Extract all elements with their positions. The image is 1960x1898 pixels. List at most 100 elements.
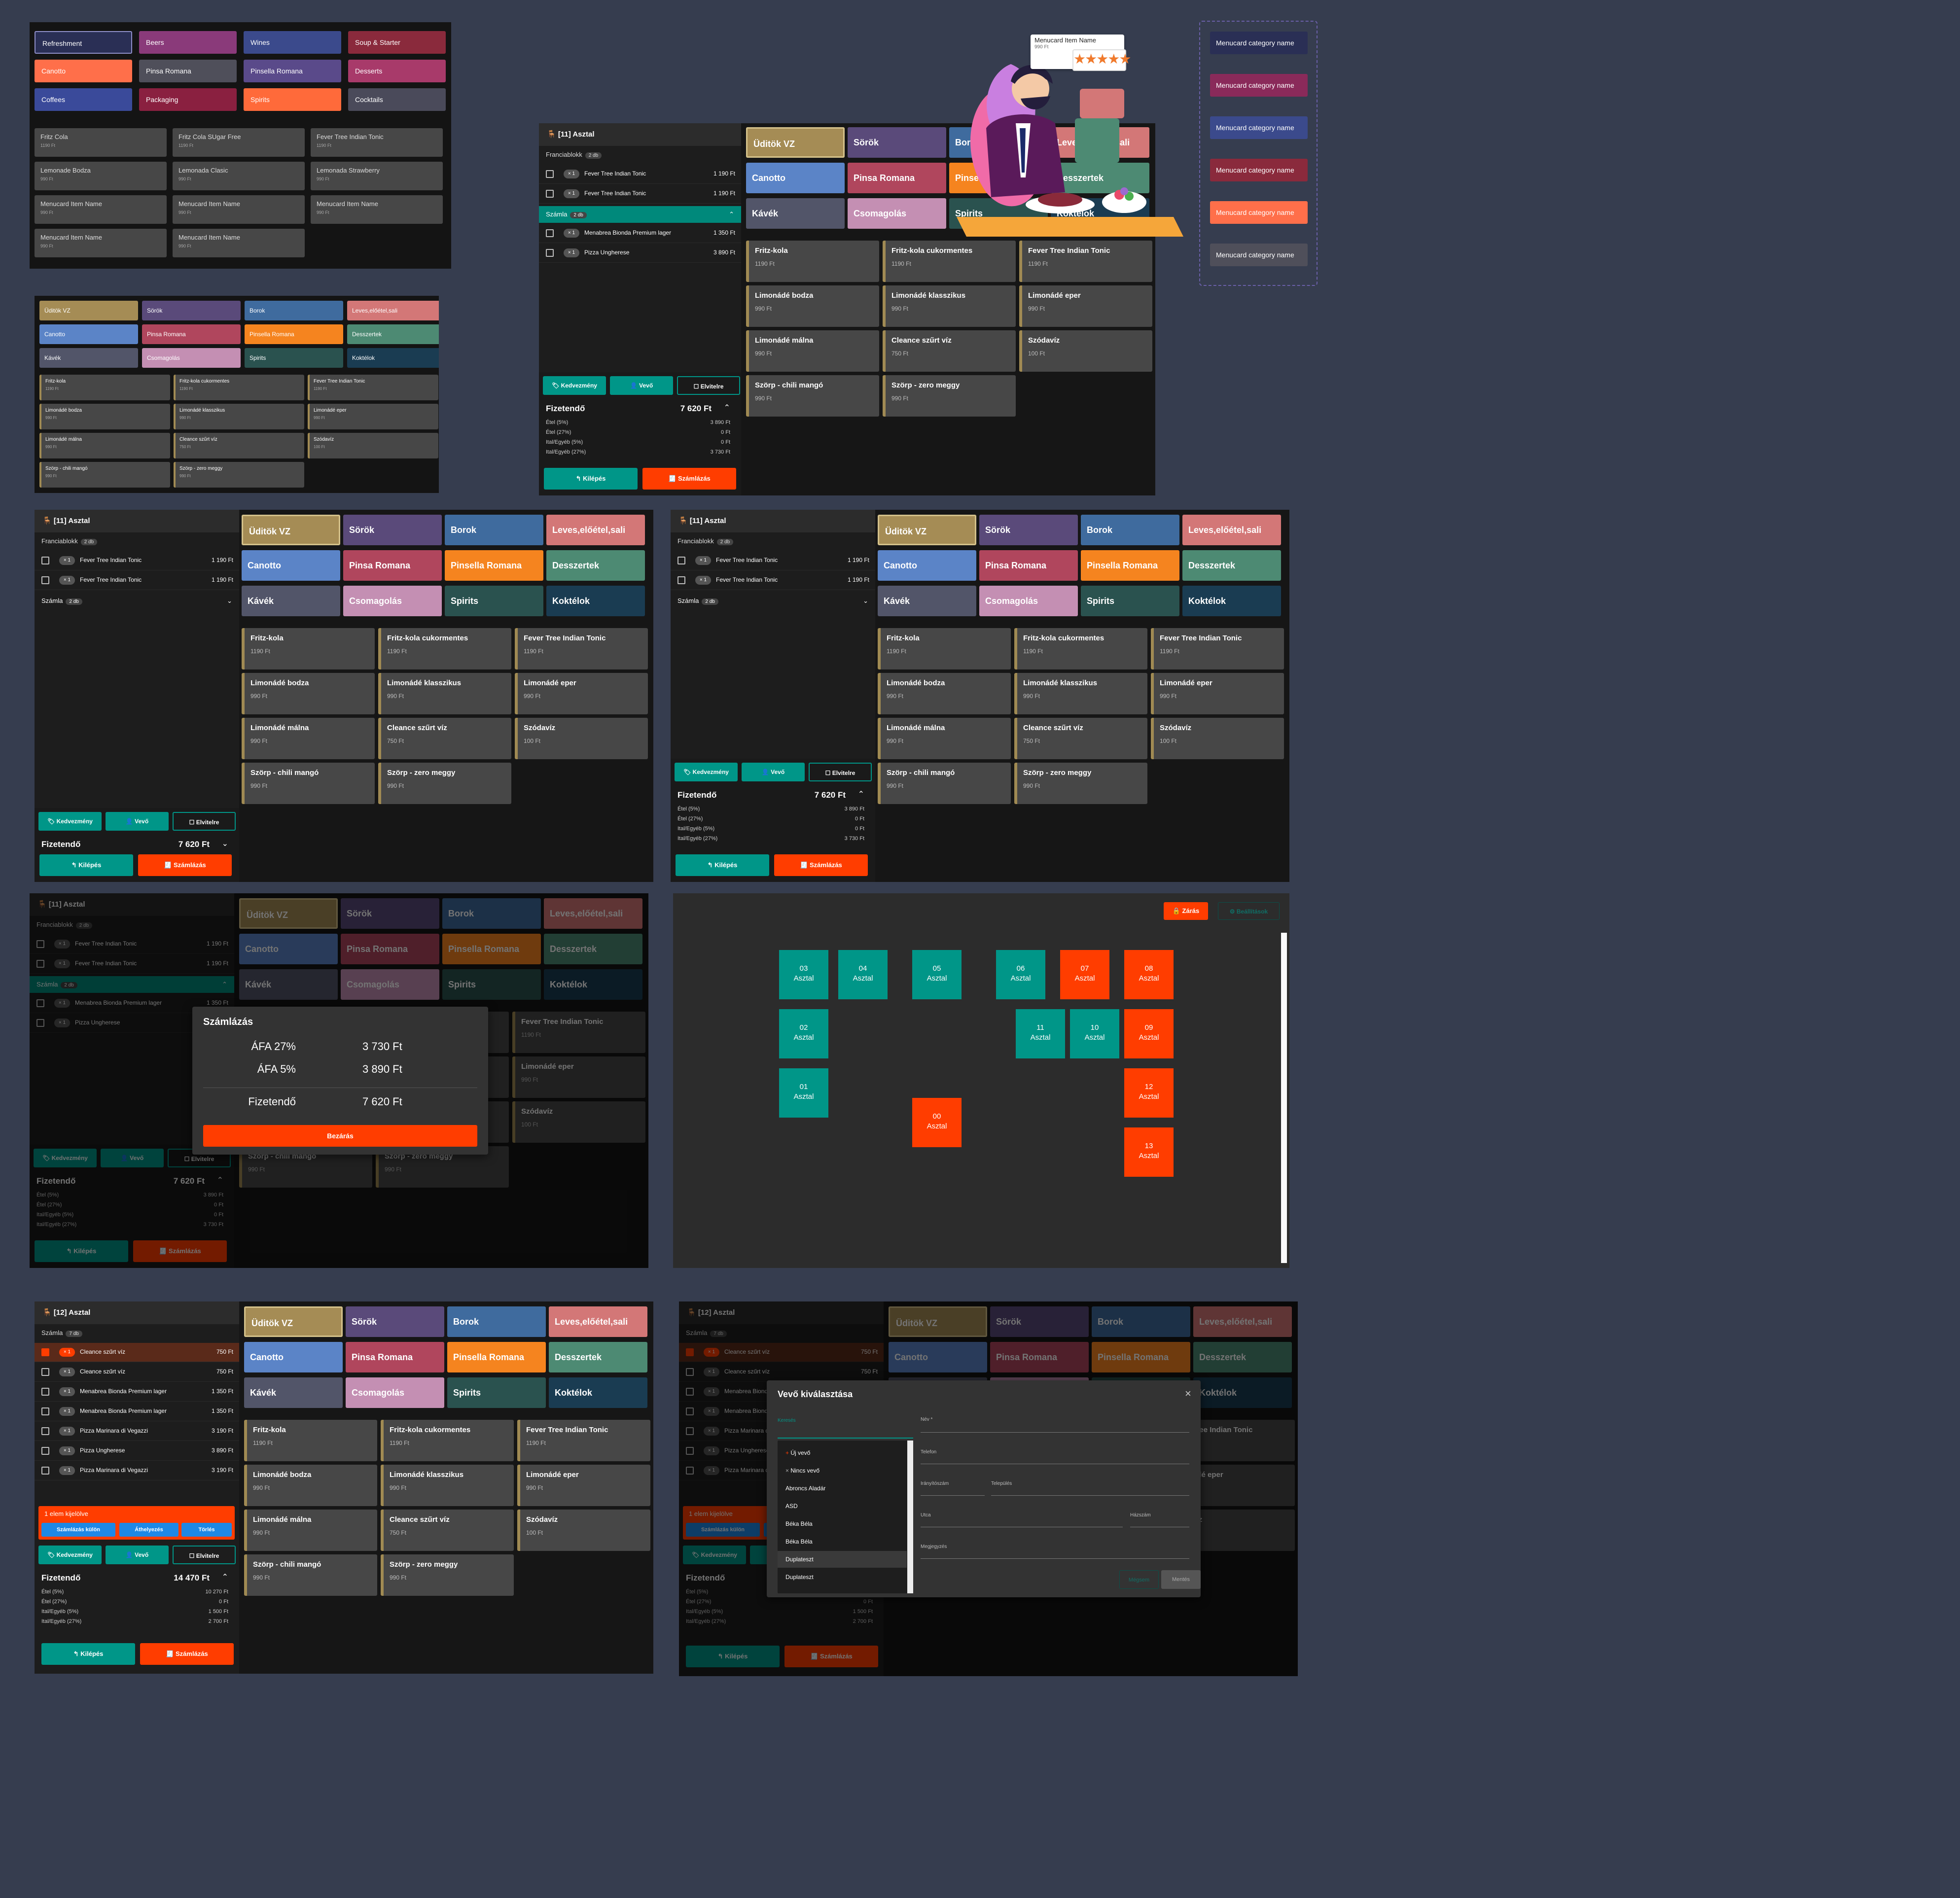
category-button[interactable]: Kávék	[244, 1377, 343, 1408]
chevron-up-icon[interactable]: ⌃	[724, 403, 730, 413]
order-line[interactable]: × 1 Fever Tree Indian Tonic 1 190 Ft	[671, 551, 875, 570]
category-button[interactable]: Menucard category name	[1210, 116, 1308, 139]
dropdown-scrollbar[interactable]	[907, 1441, 913, 1593]
menu-item[interactable]: Limonádé málna 990 Ft	[39, 433, 170, 458]
menu-item[interactable]: Menucard Item Name 990 Ft	[311, 195, 443, 224]
menu-item[interactable]: Menucard Item Name 990 Ft	[35, 195, 167, 224]
category-button[interactable]: Wines	[244, 31, 341, 54]
group-franciablokk[interactable]: Franciablokk2 db	[677, 537, 734, 545]
menu-item[interactable]: Limonádé klasszikus 990 Ft	[174, 404, 304, 429]
customer-button[interactable]: 👤 Vevő	[610, 376, 673, 395]
category-button[interactable]: Leves,előétel,sali	[546, 515, 645, 545]
category-button[interactable]: Coffees	[35, 88, 132, 111]
category-button[interactable]: Sörök	[979, 515, 1078, 545]
line-checkbox[interactable]	[677, 576, 685, 584]
menu-item[interactable]: Szörp - chili mangó 990 Ft	[746, 375, 879, 417]
chevron-up-icon[interactable]: ⌃	[858, 789, 864, 799]
customer-option[interactable]: Abroncs Aladár	[778, 1480, 907, 1497]
category-button[interactable]: Desszertek	[347, 324, 439, 344]
menu-item[interactable]: Limonádé málna 990 Ft	[242, 718, 375, 759]
lock-button[interactable]: 🔒 Zárás	[1164, 902, 1208, 920]
category-button[interactable]: Spirits	[447, 1377, 546, 1408]
scrollbar[interactable]	[1281, 933, 1287, 1263]
category-button[interactable]: Üditök VZ	[39, 301, 138, 320]
menu-item[interactable]: Fritz-kola cukormentes 1190 Ft	[378, 628, 511, 669]
save-button[interactable]: Mentés	[1161, 1570, 1201, 1589]
chevron-down-icon[interactable]: ⌄	[863, 593, 868, 609]
note-field[interactable]	[921, 1558, 1189, 1559]
table-tile[interactable]: 03 Asztal	[779, 950, 828, 999]
city-field[interactable]	[991, 1495, 1189, 1496]
menu-item[interactable]: Fever Tree Indian Tonic 1190 Ft	[1151, 628, 1284, 669]
menu-item[interactable]: Cleance szűrt víz 750 Ft	[378, 718, 511, 759]
menu-item[interactable]: Fever Tree Indian Tonic 1190 Ft	[311, 128, 443, 157]
menu-item[interactable]: Szódavíz 100 Ft	[1019, 330, 1152, 372]
customer-option[interactable]: × Nincs vevő	[778, 1462, 907, 1479]
exit-button[interactable]: ↰ Kilépés	[41, 1643, 135, 1665]
category-button[interactable]: Canotto	[39, 324, 138, 344]
menu-item[interactable]: Cleance szűrt víz 750 Ft	[174, 433, 304, 458]
order-line[interactable]: × 1 Fever Tree Indian Tonic 1 190 Ft	[35, 571, 239, 590]
menu-item[interactable]: Fritz-kola cukormentes 1190 Ft	[1014, 628, 1147, 669]
category-button[interactable]: Pinsella Romana	[244, 60, 341, 82]
exit-button[interactable]: ↰ Kilépés	[39, 854, 133, 876]
category-button[interactable]: Beers	[139, 31, 237, 54]
menu-item[interactable]: Limonádé klasszikus 990 Ft	[883, 285, 1016, 327]
menu-item[interactable]: Limonádé málna 990 Ft	[746, 330, 879, 372]
order-line[interactable]: × 1 Fever Tree Indian Tonic 1 190 Ft	[539, 165, 741, 184]
line-checkbox[interactable]	[677, 557, 685, 564]
category-button[interactable]: Üditök VZ	[244, 1306, 343, 1337]
customer-option[interactable]: Duplateszt	[778, 1569, 907, 1585]
menu-item[interactable]: Limonádé eper 990 Ft	[517, 1465, 650, 1506]
category-button[interactable]: Canotto	[242, 550, 340, 581]
category-button[interactable]: Canotto	[746, 163, 845, 193]
category-button[interactable]: Borok	[245, 301, 343, 320]
order-line[interactable]: × 1 Fever Tree Indian Tonic 1 190 Ft	[539, 184, 741, 204]
category-button[interactable]: Desszertek	[549, 1342, 647, 1372]
menu-item[interactable]: Limonádé eper 990 Ft	[515, 673, 648, 714]
menu-item[interactable]: Menucard Item Name 990 Ft	[173, 195, 305, 224]
category-button[interactable]: Pinsa Romana	[139, 60, 237, 82]
menu-item[interactable]: Fever Tree Indian Tonic 1190 Ft	[517, 1420, 650, 1461]
menu-item[interactable]: Fritz-kola 1190 Ft	[746, 241, 879, 282]
close-button[interactable]: Bezárás	[203, 1125, 477, 1147]
category-button[interactable]: Pinsa Romana	[142, 324, 241, 344]
category-button[interactable]: Pinsella Romana	[447, 1342, 546, 1372]
table-tile[interactable]: 01 Asztal	[779, 1068, 828, 1118]
category-button[interactable]: Koktélok	[1182, 586, 1281, 616]
line-checkbox[interactable]	[41, 1388, 49, 1396]
menu-item[interactable]: Limonádé eper 990 Ft	[308, 404, 438, 429]
menu-item[interactable]: Fritz-kola cukormentes 1190 Ft	[883, 241, 1016, 282]
table-tile[interactable]: 10 Asztal	[1070, 1009, 1119, 1058]
customer-button[interactable]: 👤 Vevő	[742, 763, 805, 781]
menu-item[interactable]: Fritz-kola 1190 Ft	[244, 1420, 377, 1461]
category-button[interactable]: Csomagolás	[142, 348, 241, 368]
category-button[interactable]: Menucard category name	[1210, 32, 1308, 54]
category-button[interactable]: Kávék	[39, 348, 138, 368]
exit-button[interactable]: ↰ Kilépés	[544, 468, 638, 490]
category-button[interactable]: Kávék	[242, 586, 340, 616]
order-line[interactable]: × 1 Cleance szűrt víz 750 Ft	[35, 1363, 239, 1382]
group-franciablokk[interactable]: Franciablokk2 db	[546, 151, 602, 159]
menu-item[interactable]: Cleance szűrt víz 750 Ft	[883, 330, 1016, 372]
customer-option[interactable]: ASD	[778, 1498, 907, 1514]
menu-item[interactable]: Menucard Item Name 990 Ft	[35, 229, 167, 257]
menu-item[interactable]: Limonádé málna 990 Ft	[878, 718, 1011, 759]
street-field[interactable]	[921, 1526, 1123, 1527]
category-button[interactable]: Koktélok	[546, 586, 645, 616]
cancel-button[interactable]: Mégsem	[1119, 1570, 1159, 1589]
category-button[interactable]: Pinsella Romana	[445, 550, 543, 581]
menu-item[interactable]: Fritz Cola 1190 Ft	[35, 128, 167, 157]
discount-button[interactable]: 🏷 Kedvezmény	[675, 763, 738, 781]
category-button[interactable]: Cocktails	[348, 88, 446, 111]
chevron-down-icon[interactable]: ⌄	[222, 839, 228, 848]
order-line[interactable]: × 1 Fever Tree Indian Tonic 1 190 Ft	[671, 571, 875, 590]
category-button[interactable]: Menucard category name	[1210, 201, 1308, 224]
category-button[interactable]: Pinsella Romana	[1081, 550, 1179, 581]
menu-item[interactable]: Szörp - chili mangó 990 Ft	[244, 1554, 377, 1596]
menu-item[interactable]: Szörp - zero meggy 990 Ft	[381, 1554, 514, 1596]
discount-button[interactable]: 🏷 Kedvezmény	[38, 812, 102, 831]
table-tile[interactable]: 13 Asztal	[1124, 1127, 1174, 1177]
line-checkbox[interactable]	[41, 1348, 49, 1356]
menu-item[interactable]: Szörp - chili mangó 990 Ft	[39, 462, 170, 488]
